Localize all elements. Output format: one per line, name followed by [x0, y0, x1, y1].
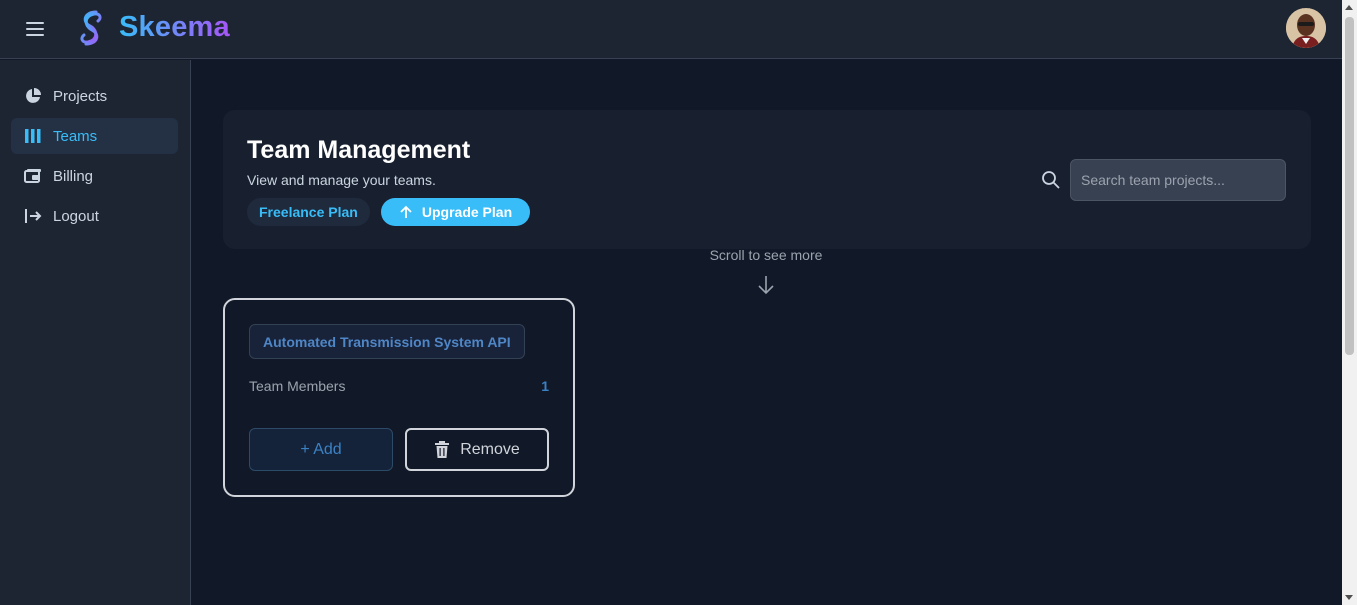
- plan-badge: Freelance Plan: [247, 198, 370, 226]
- team-members-count: 1: [541, 378, 549, 394]
- arrow-down-icon: [758, 276, 774, 295]
- user-avatar-icon: [1286, 8, 1326, 48]
- upgrade-plan-label: Upgrade Plan: [421, 204, 513, 220]
- header-card: Team Management View and manage your tea…: [223, 110, 1311, 249]
- add-member-label: + Add: [300, 440, 342, 458]
- trash-icon: [435, 440, 450, 458]
- page-title: Team Management: [247, 136, 471, 164]
- search-icon: [1042, 171, 1060, 189]
- sidebar-item-label: Projects: [53, 87, 108, 105]
- top-bar: Skeema: [0, 0, 1342, 59]
- remove-team-label: Remove: [460, 440, 520, 458]
- team-members-label: Team Members: [249, 378, 346, 394]
- main-content: Team Management View and manage your tea…: [192, 60, 1342, 605]
- logout-icon: [25, 209, 42, 223]
- add-member-button[interactable]: + Add: [249, 428, 393, 471]
- sidebar-item-projects[interactable]: Projects: [11, 78, 178, 114]
- arrow-up-icon: [400, 205, 412, 218]
- menu-icon[interactable]: [24, 18, 46, 40]
- sidebar-item-label: Billing: [53, 167, 94, 185]
- scrollbar-thumb[interactable]: [1345, 17, 1354, 355]
- sidebar-item-logout[interactable]: Logout: [11, 198, 178, 234]
- sidebar-item-teams[interactable]: Teams: [11, 118, 178, 154]
- pie-chart-icon: [26, 88, 41, 103]
- page-scrollbar[interactable]: [1342, 0, 1357, 605]
- team-card: Automated Transmission System API Team M…: [223, 298, 575, 497]
- columns-icon: [25, 129, 41, 143]
- sidebar: Projects Teams Billing Logout: [0, 60, 191, 605]
- page-subtitle: View and manage your teams.: [247, 172, 436, 188]
- search-input[interactable]: [1070, 159, 1286, 201]
- scroll-hint: Scroll to see more: [709, 247, 823, 263]
- avatar[interactable]: [1286, 8, 1326, 48]
- sidebar-item-label: Teams: [53, 127, 98, 145]
- wallet-icon: [24, 169, 41, 183]
- sidebar-item-billing[interactable]: Billing: [11, 158, 178, 194]
- remove-team-button[interactable]: Remove: [405, 428, 549, 471]
- logo-icon: [80, 10, 102, 46]
- upgrade-plan-button[interactable]: Upgrade Plan: [381, 198, 530, 226]
- scroll-down-icon[interactable]: [1345, 595, 1353, 600]
- scroll-up-icon[interactable]: [1345, 5, 1353, 10]
- project-tag[interactable]: Automated Transmission System API: [249, 324, 525, 359]
- app-name[interactable]: Skeema: [119, 11, 230, 44]
- sidebar-item-label: Logout: [53, 207, 99, 225]
